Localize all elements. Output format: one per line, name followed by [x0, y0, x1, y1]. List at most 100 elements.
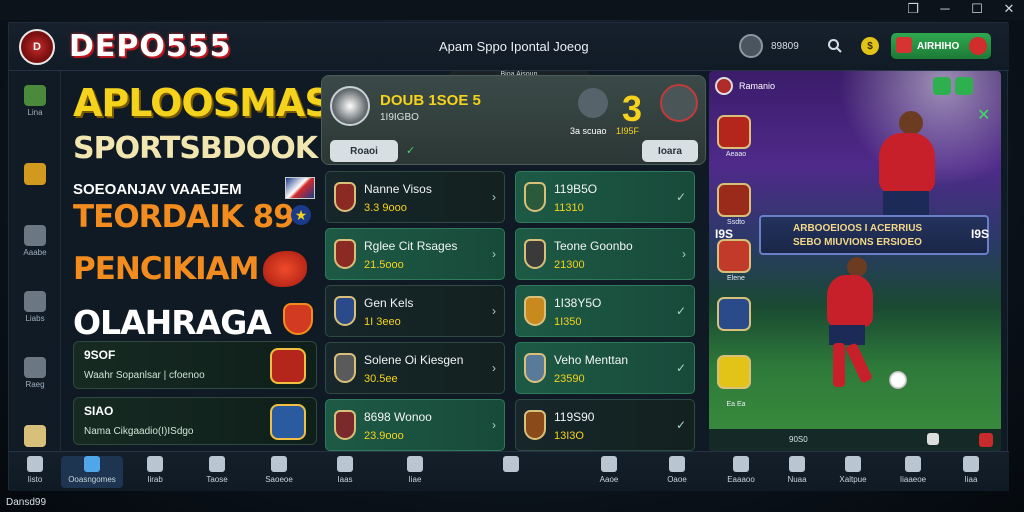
badge-icon [24, 163, 46, 185]
match-card[interactable]: Solene Oi Kiesgen 30.5ee › [325, 342, 505, 394]
match-name: Solene Oi Kiesgen [364, 353, 464, 367]
grid-icon[interactable] [933, 77, 951, 95]
match-card[interactable]: 119S90 13I3O ✓ [515, 399, 695, 451]
nav-games[interactable]: Ooasngomes [61, 456, 123, 488]
nav-rules[interactable]: Nuaa [773, 456, 821, 488]
match-odds: 13I3O [554, 430, 584, 442]
chevron-right-icon[interactable]: › [492, 361, 496, 375]
chevron-right-icon[interactable]: › [492, 247, 496, 261]
match-card[interactable]: 8698 Wonoo 23.9ooo › [325, 399, 505, 451]
nav-label: Xaltpue [839, 475, 867, 484]
hero-panel[interactable]: Ramanio ✕ Aeaao Ssdto Elene Ea Ea I9S AR… [709, 71, 1001, 451]
close-icon[interactable]: ✕ [1002, 1, 1016, 17]
badge-icon[interactable] [717, 239, 751, 273]
chevron-right-icon[interactable]: › [492, 190, 496, 204]
nav-home[interactable]: Iisto [11, 456, 59, 488]
promo-line-5: PENCIKIAM [73, 251, 260, 287]
coin-icon [905, 456, 921, 472]
featured-right-label: 1I95F [616, 126, 640, 136]
sidebar-item-2[interactable] [19, 159, 51, 191]
live-icon[interactable] [979, 433, 993, 447]
badge-icon[interactable] [717, 183, 751, 217]
page-title: Apam Sppo Ipontal Joeog [439, 39, 589, 54]
sidebar-item-5[interactable]: Raeg [19, 357, 51, 389]
ribbon-line-2: SEBO MIUVIONS ERSIOEO [793, 237, 922, 248]
match-name: 1I38Y5O [554, 296, 602, 310]
match-card[interactable]: 119B5O 11310 ✓ [515, 171, 695, 223]
match-card[interactable]: Nanne Visos 3.3 9ooo › [325, 171, 505, 223]
chevron-right-icon[interactable]: › [492, 304, 496, 318]
minimize-icon[interactable]: ─ [938, 1, 952, 17]
match-card[interactable]: 1I38Y5O 1I350 ✓ [515, 285, 695, 337]
nav-calendar[interactable]: Iaas [321, 456, 369, 488]
share-icon[interactable] [927, 433, 939, 445]
promo-ribbon[interactable]: I9S ARBOOEIOOS I ACERRIUS SEBO MIUVIONS … [715, 215, 989, 255]
hero-header: Ramanio [715, 77, 995, 97]
user-balance[interactable]: 89809 [739, 34, 799, 58]
featured-left-button[interactable]: Roaoi [330, 140, 398, 162]
nav-history[interactable]: Eaaaoo [717, 456, 765, 488]
featured-title: DOUB 1SOE 5 [380, 92, 481, 109]
avatar[interactable] [739, 34, 763, 58]
nav-sports[interactable]: Iirab [131, 456, 179, 488]
promo-card[interactable]: SIAO Nama Cikgaadio(I)ISdgo [73, 397, 317, 445]
ball-icon [330, 86, 370, 126]
sidebar-item-3[interactable]: Aaabe [19, 225, 51, 257]
nav-stats[interactable]: Xaltpue [829, 456, 877, 488]
nav-more[interactable] [487, 456, 535, 488]
nav-promos[interactable]: Taose [193, 456, 241, 488]
check-icon[interactable]: ✓ [676, 361, 686, 375]
brand-logo[interactable]: DEPO555 [69, 29, 232, 64]
hero-title: Ramanio [739, 81, 776, 91]
nav-profile[interactable]: Oaoe [653, 456, 701, 488]
nav-account[interactable]: Saoeoe [255, 456, 303, 488]
featured-right-button[interactable]: Ioara [642, 140, 698, 162]
match-card[interactable]: Veho Menttan 23590 ✓ [515, 342, 695, 394]
match-name: 8698 Wonoo [364, 410, 432, 424]
shield-icon [283, 303, 313, 335]
badge-icon [270, 348, 306, 384]
check-icon[interactable]: ✓ [676, 418, 686, 432]
maximize-icon[interactable]: ☐ [970, 1, 984, 17]
restore-icon[interactable]: ❐ [906, 1, 920, 17]
badge-icon[interactable] [717, 297, 751, 331]
sidebar-item-1[interactable]: Lina [19, 85, 51, 117]
list-icon[interactable] [955, 77, 973, 95]
featured-score: 3 [622, 88, 643, 129]
chevron-right-icon[interactable]: › [492, 418, 496, 432]
nav-menu[interactable]: Iiaa [947, 456, 995, 488]
user-icon [271, 456, 287, 472]
chevron-right-icon[interactable]: › [682, 247, 686, 261]
search-icon[interactable] [827, 38, 843, 54]
sidebar-item-4[interactable]: Liabs [19, 291, 51, 323]
badge-icon[interactable] [717, 115, 751, 149]
crest-icon [334, 239, 356, 269]
crown-icon [24, 425, 46, 447]
nav-down[interactable]: Iiae [391, 456, 439, 488]
badge-icon[interactable] [717, 355, 751, 389]
logo-icon[interactable]: D [19, 29, 55, 65]
promo-card[interactable]: 9SOF Waahr Sopanlsar | cfoenoo [73, 341, 317, 389]
promo-banner[interactable]: APLOOSMAS! SPORTSBDOOK SOEOANJAV VAAEJEM… [67, 75, 348, 451]
deposit-button[interactable]: AIRHIHO [891, 33, 991, 59]
window-titlebar: ❐ ─ ☐ ✕ [0, 0, 1024, 20]
match-card[interactable]: Rglee Cit Rsages 21.5ooo › [325, 228, 505, 280]
close-icon[interactable]: ✕ [977, 105, 990, 125]
match-card[interactable]: Teone Goonbo 21300 › [515, 228, 695, 280]
chevron-icon [407, 456, 423, 472]
send-icon[interactable] [660, 84, 698, 122]
check-icon: ✓ [406, 145, 416, 157]
nav-wallet[interactable]: Iiaaeoe [889, 456, 937, 488]
match-name: 119S90 [554, 410, 595, 424]
match-card[interactable]: Gen Kels 1I 3eeo › [325, 285, 505, 337]
match-odds: 23590 [554, 373, 585, 385]
check-icon[interactable]: ✓ [676, 190, 686, 204]
coin-icon[interactable]: $ [861, 37, 879, 55]
nav-label: Taose [206, 475, 228, 484]
check-icon[interactable]: ✓ [676, 304, 686, 318]
featured-match[interactable]: DOUB 1SOE 5 1I9IGBO 3 3a scuao 1I95F Roa… [321, 75, 706, 165]
nav-location[interactable]: Aaoe [585, 456, 633, 488]
match-odds: 21300 [554, 259, 585, 271]
sidebar-item-6[interactable] [19, 421, 51, 453]
ball-icon [889, 371, 907, 389]
